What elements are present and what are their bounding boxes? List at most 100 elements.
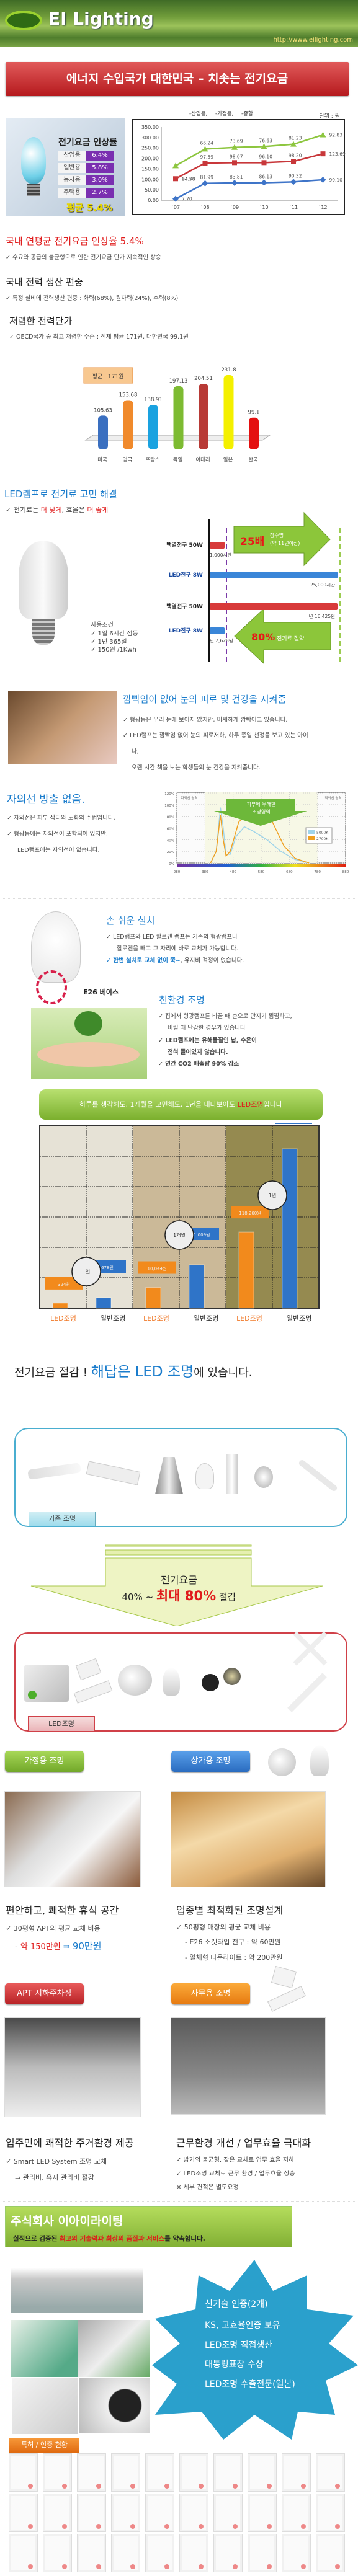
- answer-headline: 전기요금 절감 ! 해답은 LED 조명에 있습니다.: [14, 1360, 252, 1381]
- certificate-thumbnail[interactable]: [77, 2494, 106, 2532]
- certificate-thumbnail[interactable]: [9, 2534, 38, 2572]
- flicker-bullet: 나,: [132, 748, 139, 755]
- certificate-thumbnail[interactable]: [179, 2494, 208, 2532]
- shop-lighting-button[interactable]: 상가용 조명: [171, 1751, 250, 1772]
- led-heading: LED램프로 전기료 고민 해결: [4, 489, 117, 500]
- seal-icon: [62, 2524, 67, 2529]
- website-url[interactable]: http://www.eilighting.com: [273, 37, 353, 43]
- text: , 유지비 걱정이 없습니다.: [180, 957, 244, 964]
- eco-bullet: 전혀 들어있지 않습니다.: [168, 1049, 228, 1056]
- certificate-thumbnail[interactable]: [282, 2494, 311, 2532]
- y-tick-label: 60%: [167, 828, 174, 831]
- e26-base-label: E26 베이스: [83, 988, 119, 996]
- text: 더 낮게: [40, 506, 62, 514]
- certificate-thumbnail[interactable]: [316, 2534, 345, 2572]
- seal-icon: [96, 2524, 101, 2529]
- uv-bullet: LED램프에는 자외선이 없습니다.: [17, 847, 100, 854]
- factory-line-photo: [11, 2320, 78, 2377]
- x-tick-label: `11: [289, 204, 298, 210]
- certificate-thumbnail[interactable]: [111, 2453, 140, 2492]
- certificate-grid: [9, 2453, 349, 2574]
- certificate-thumbnail[interactable]: [77, 2534, 106, 2572]
- y-tick-label: 200.00: [141, 156, 159, 162]
- certificate-thumbnail[interactable]: [213, 2453, 243, 2492]
- x-tick-label: `08: [200, 204, 209, 210]
- certificate-thumbnail[interactable]: [316, 2453, 345, 2492]
- certificate-thumbnail[interactable]: [316, 2494, 345, 2532]
- data-label: 96.10: [259, 154, 273, 159]
- certificate-thumbnail[interactable]: [43, 2494, 72, 2532]
- category-label: 일본: [223, 457, 233, 463]
- led-bulb-icon: [163, 1668, 180, 1696]
- tree-icon: [74, 1011, 102, 1036]
- bar: [199, 384, 208, 449]
- certificate-thumbnail[interactable]: [111, 2494, 140, 2532]
- led-flat-light-icon: [267, 1986, 306, 2012]
- certificate-thumbnail[interactable]: [145, 2534, 174, 2572]
- downlight-icon: [268, 1748, 296, 1776]
- certificate-thumbnail[interactable]: [9, 2494, 38, 2532]
- legend-item: -산업용,: [189, 110, 207, 117]
- integrating-sphere-photo: [79, 2378, 150, 2433]
- certificate-thumbnail[interactable]: [77, 2453, 106, 2492]
- bulb-base-icon: [27, 184, 40, 196]
- badge-line: KS, 고효율인증 보유: [205, 2321, 280, 2330]
- certificate-thumbnail[interactable]: [111, 2534, 140, 2572]
- eco-bullet: ✓ 연간 CO2 배출량 90% 감소: [158, 1061, 239, 1068]
- certificate-thumbnail[interactable]: [179, 2453, 208, 2492]
- data-label: 81.99: [200, 175, 214, 180]
- downlight-icon: [155, 1457, 183, 1494]
- product-detail-page: EI Lighting http://www.eilighting.com 에너…: [0, 0, 358, 2576]
- bar: [249, 417, 259, 449]
- certificate-thumbnail[interactable]: [145, 2494, 174, 2532]
- bar-value-label: 1,000시간: [210, 552, 231, 558]
- category-label: 독일: [173, 457, 183, 463]
- tree-in-hands-photo: [31, 1008, 147, 1079]
- legend-label: 2700K: [316, 837, 329, 841]
- y-tick-label: 80%: [167, 816, 174, 820]
- company-name: 주식회사 이아이라이팅: [11, 2215, 123, 2228]
- uv-bullet: ✓ 자외선은 피부 잡티와 노화의 주범입니다.: [7, 815, 115, 821]
- x-label: 일반조명: [287, 1314, 311, 1322]
- certificate-thumbnail[interactable]: [248, 2494, 277, 2532]
- home-heading: 편안하고, 쾌적한 휴식 공간: [6, 1905, 119, 1916]
- data-label: 98.20: [289, 153, 302, 158]
- y-tick-label: 0%: [169, 862, 174, 866]
- data-point: [232, 160, 237, 166]
- category-label: 이태리: [195, 456, 210, 463]
- seal-icon: [28, 2484, 33, 2489]
- y-tick-label: 120%: [164, 792, 174, 796]
- certificate-thumbnail[interactable]: [179, 2534, 208, 2572]
- seal-icon: [130, 2524, 135, 2529]
- rate-value: 5.8%: [86, 163, 114, 173]
- certificate-thumbnail[interactable]: [43, 2453, 72, 2492]
- certificate-thumbnail[interactable]: [282, 2534, 311, 2572]
- office-lighting-button[interactable]: 사무용 조명: [171, 1983, 250, 2004]
- apt-parking-button[interactable]: APT 지하주차장: [5, 1983, 84, 2004]
- data-label: 92.83: [329, 132, 343, 138]
- comparison-bar: [210, 572, 338, 578]
- certificate-thumbnail[interactable]: [9, 2453, 38, 2492]
- data-point: [173, 176, 178, 182]
- x-tick-label: `09: [230, 204, 239, 210]
- data-label: 123.69: [329, 151, 346, 157]
- home-lighting-button[interactable]: 가정용 조명: [5, 1751, 84, 1772]
- data-label: 98.07: [230, 154, 243, 159]
- certificate-thumbnail[interactable]: [248, 2453, 277, 2492]
- tube-cap: [28, 1691, 37, 1699]
- text: ✓ 전기료는: [6, 506, 41, 514]
- certificate-thumbnail[interactable]: [248, 2534, 277, 2572]
- x-tick-label: 680: [286, 870, 293, 874]
- certificate-thumbnail[interactable]: [213, 2534, 243, 2572]
- led-panel-icon: [271, 1965, 297, 1989]
- data-label: 94.78: [182, 176, 195, 182]
- x-label: LED조명: [236, 1314, 262, 1322]
- average-annotation: 평균 : 171원: [92, 373, 124, 380]
- certificate-thumbnail[interactable]: [282, 2453, 311, 2492]
- certificate-thumbnail[interactable]: [43, 2534, 72, 2572]
- lifespan-multiplier: 25배: [240, 536, 264, 548]
- fluorescent-tube-icon: [27, 1463, 81, 1480]
- certificate-thumbnail[interactable]: [145, 2453, 174, 2492]
- data-label: 7.70: [182, 197, 192, 202]
- certificate-thumbnail[interactable]: [213, 2494, 243, 2532]
